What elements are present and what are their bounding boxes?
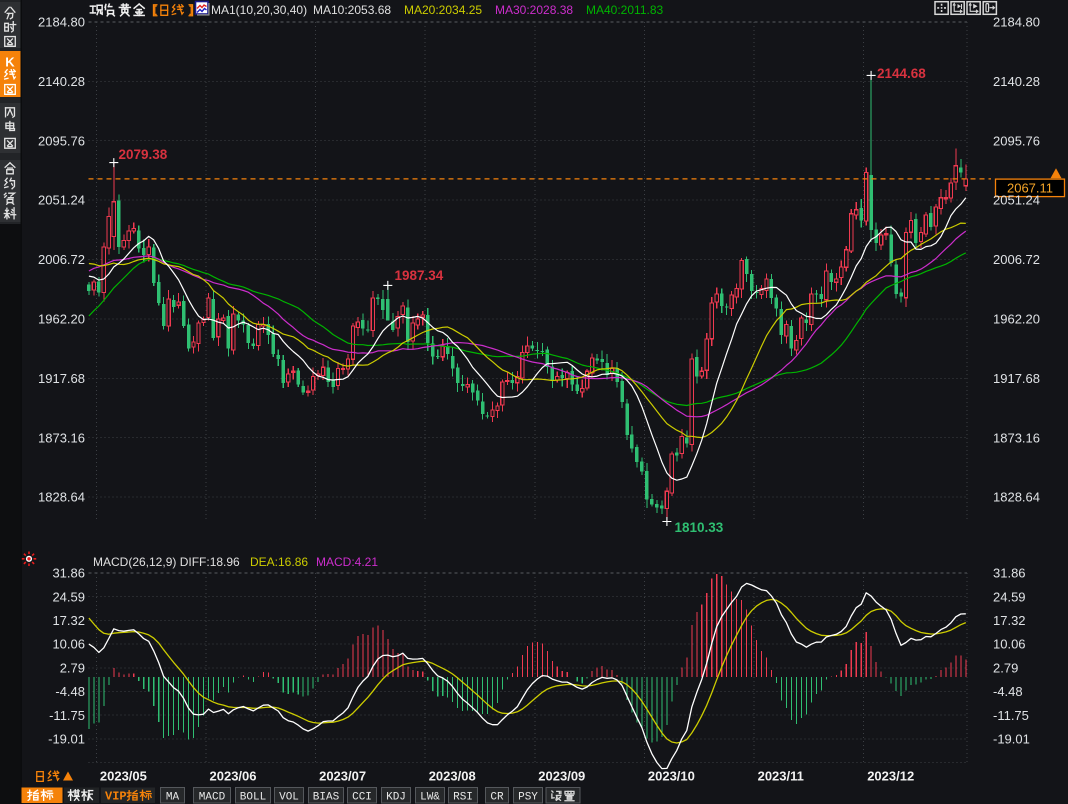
svg-text:2023/10: 2023/10	[648, 769, 695, 784]
svg-text:1828.64: 1828.64	[38, 490, 85, 505]
svg-text:17.32: 17.32	[52, 613, 85, 628]
svg-text:17.32: 17.32	[993, 613, 1026, 628]
svg-text:2.79: 2.79	[60, 660, 85, 675]
svg-text:K: K	[5, 55, 15, 70]
svg-text:MA30:2028.38: MA30:2028.38	[495, 3, 573, 17]
svg-text:1810.33: 1810.33	[675, 520, 724, 535]
svg-text:BIAS: BIAS	[313, 791, 340, 803]
svg-text:-19.01: -19.01	[48, 732, 85, 747]
svg-text:24.59: 24.59	[52, 589, 85, 604]
svg-text:-11.75: -11.75	[49, 708, 85, 723]
svg-text:MA1(10,20,30,40): MA1(10,20,30,40)	[211, 3, 307, 17]
svg-text:-11.75: -11.75	[993, 708, 1029, 723]
svg-text:2144.68: 2144.68	[877, 66, 926, 81]
svg-text:2051.24: 2051.24	[38, 193, 85, 208]
svg-text:-19.01: -19.01	[993, 732, 1030, 747]
svg-text:2023/11: 2023/11	[758, 769, 804, 784]
svg-text:MA20:2034.25: MA20:2034.25	[404, 3, 482, 17]
svg-text:2006.72: 2006.72	[38, 252, 85, 267]
svg-text:MA10:2053.68: MA10:2053.68	[313, 3, 391, 17]
svg-text:2023/07: 2023/07	[319, 769, 366, 784]
svg-text:1917.68: 1917.68	[38, 371, 85, 386]
svg-text:2184.80: 2184.80	[38, 15, 85, 30]
svg-text:24.59: 24.59	[993, 589, 1026, 604]
svg-text:2023/09: 2023/09	[538, 769, 585, 784]
svg-text:VOL: VOL	[279, 791, 299, 803]
svg-text:MA40:2011.83: MA40:2011.83	[586, 3, 663, 17]
svg-text:2006.72: 2006.72	[993, 252, 1040, 267]
svg-text:1828.64: 1828.64	[993, 490, 1040, 505]
svg-text:1987.34: 1987.34	[395, 268, 444, 283]
svg-text:-4.48: -4.48	[993, 684, 1023, 699]
svg-text:2095.76: 2095.76	[38, 133, 85, 148]
svg-text:2023/05: 2023/05	[100, 769, 147, 784]
svg-text:CCI: CCI	[352, 791, 372, 803]
svg-text:1873.16: 1873.16	[38, 430, 85, 445]
svg-text:MA: MA	[166, 791, 180, 803]
svg-text:1917.68: 1917.68	[993, 371, 1040, 386]
svg-text:VIP: VIP	[105, 790, 127, 804]
svg-text:10.06: 10.06	[52, 637, 85, 652]
svg-text:RSI: RSI	[453, 791, 473, 803]
svg-text:2079.38: 2079.38	[119, 147, 168, 162]
svg-text:PSY: PSY	[518, 791, 538, 803]
svg-text:MACD(26,12,9) DIFF:18.96: MACD(26,12,9) DIFF:18.96	[93, 555, 240, 569]
svg-text:2023/06: 2023/06	[210, 769, 257, 784]
svg-text:2184.80: 2184.80	[993, 15, 1040, 30]
svg-text:31.86: 31.86	[993, 566, 1026, 581]
svg-text:LW&: LW&	[420, 791, 440, 803]
svg-text:DEA:16.86: DEA:16.86	[250, 555, 308, 569]
svg-text:10.06: 10.06	[993, 637, 1026, 652]
svg-text:2140.28: 2140.28	[993, 74, 1040, 89]
svg-text:2023/12: 2023/12	[867, 769, 914, 784]
svg-text:2023/08: 2023/08	[429, 769, 476, 784]
svg-text:MACD:4.21: MACD:4.21	[316, 555, 378, 569]
svg-text:KDJ: KDJ	[386, 791, 406, 803]
svg-text:1962.20: 1962.20	[993, 312, 1040, 327]
svg-text:2051.24: 2051.24	[993, 193, 1040, 208]
svg-text:31.86: 31.86	[52, 566, 85, 581]
svg-text:2095.76: 2095.76	[993, 133, 1040, 148]
svg-text:2140.28: 2140.28	[38, 74, 85, 89]
svg-text:-4.48: -4.48	[55, 684, 85, 699]
svg-text:1962.20: 1962.20	[38, 312, 85, 327]
svg-text:CR: CR	[490, 791, 504, 803]
svg-text:1873.16: 1873.16	[993, 430, 1040, 445]
svg-text:BOLL: BOLL	[240, 791, 266, 803]
svg-text:MACD: MACD	[199, 791, 226, 803]
svg-text:2.79: 2.79	[993, 660, 1018, 675]
